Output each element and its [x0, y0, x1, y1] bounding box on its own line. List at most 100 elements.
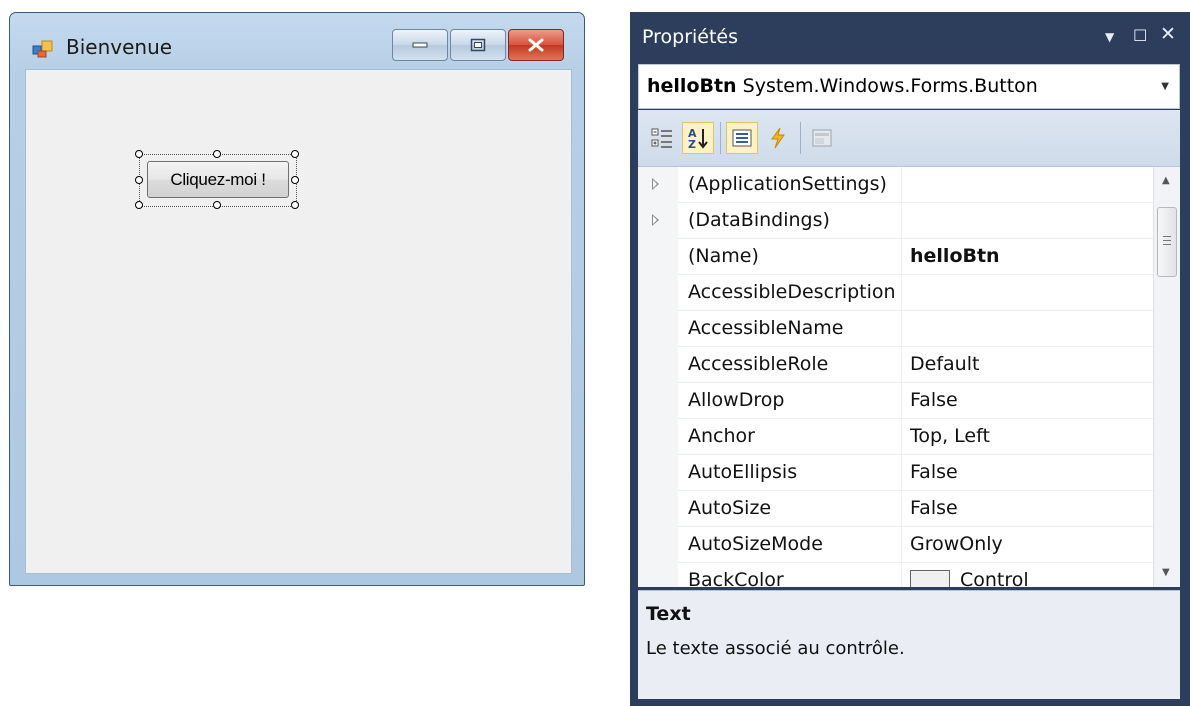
maximize-button[interactable] — [450, 29, 506, 61]
categorized-button[interactable] — [646, 122, 678, 154]
property-name: (DataBindings) — [678, 203, 902, 239]
property-value[interactable]: False — [902, 383, 1153, 419]
property-value[interactable]: GrowOnly — [902, 527, 1153, 563]
row-gutter — [638, 239, 678, 275]
close-button[interactable] — [508, 29, 564, 61]
chevron-down-icon: ▼ — [1161, 81, 1169, 92]
property-name: BackColor — [678, 563, 902, 587]
property-value[interactable]: False — [902, 491, 1153, 527]
property-name: Anchor — [678, 419, 902, 455]
categorized-icon — [651, 128, 672, 148]
grip-line — [1163, 240, 1171, 241]
lightning-icon — [771, 127, 785, 149]
property-row[interactable]: AutoSize False — [638, 491, 1153, 527]
row-gutter — [638, 419, 678, 455]
resize-handle[interactable] — [135, 176, 143, 184]
hello-button[interactable]: Cliquez-moi ! — [147, 161, 289, 198]
property-row[interactable]: (Name) helloBtn — [638, 239, 1153, 275]
grip-line — [1163, 244, 1171, 245]
property-name: (ApplicationSettings) — [678, 167, 902, 203]
description-title: Text — [646, 603, 691, 625]
resize-handle[interactable] — [291, 176, 299, 184]
panel-close-icon[interactable]: ✕ — [1160, 23, 1176, 45]
property-value[interactable]: False — [902, 455, 1153, 491]
minimize-icon — [412, 42, 428, 48]
row-gutter — [638, 167, 678, 203]
property-row[interactable]: AutoEllipsis False — [638, 455, 1153, 491]
property-name: (Name) — [678, 239, 902, 275]
property-name: AutoEllipsis — [678, 455, 902, 491]
property-value[interactable] — [902, 167, 1153, 203]
maximize-icon — [470, 38, 486, 52]
form-title-bar[interactable]: Bienvenue — [10, 13, 584, 69]
property-row[interactable]: AllowDrop False — [638, 383, 1153, 419]
color-swatch — [910, 569, 950, 587]
resize-handle[interactable] — [213, 201, 221, 209]
alphabetical-button[interactable]: A Z — [682, 122, 714, 154]
property-row[interactable]: BackColor Control — [638, 563, 1153, 587]
properties-toolbar: A Z — [638, 110, 1180, 167]
property-value[interactable] — [902, 311, 1153, 347]
property-row[interactable]: AccessibleName — [638, 311, 1153, 347]
row-gutter — [638, 527, 678, 563]
properties-view-button[interactable] — [726, 122, 758, 154]
description-pane: Text Le texte associé au contrôle. — [638, 590, 1180, 699]
row-gutter — [638, 383, 678, 419]
description-text: Le texte associé au contrôle. — [646, 638, 905, 659]
property-row[interactable]: (ApplicationSettings) — [638, 167, 1153, 203]
property-row[interactable]: Anchor Top, Left — [638, 419, 1153, 455]
object-type: System.Windows.Forms.Button — [742, 75, 1038, 97]
property-value[interactable] — [902, 275, 1153, 311]
property-value[interactable]: Control — [902, 563, 1153, 587]
form-client-area[interactable]: Cliquez-moi ! — [25, 69, 572, 574]
row-gutter — [638, 347, 678, 383]
row-gutter — [638, 491, 678, 527]
property-row[interactable]: AutoSizeMode GrowOnly — [638, 527, 1153, 563]
property-value[interactable] — [902, 203, 1153, 239]
property-name: AutoSizeMode — [678, 527, 902, 563]
properties-title: Propriétés — [642, 26, 739, 48]
properties-icon — [732, 129, 752, 147]
panel-dropdown-icon[interactable]: ▼ — [1105, 30, 1114, 44]
app-icon — [32, 40, 53, 58]
row-gutter — [638, 203, 678, 239]
form-window: Bienvenue Cliquez-moi ! — [9, 12, 585, 586]
property-value[interactable]: Top, Left — [902, 419, 1153, 455]
row-gutter — [638, 311, 678, 347]
object-name: helloBtn — [647, 75, 737, 97]
property-name: AutoSize — [678, 491, 902, 527]
resize-handle[interactable] — [291, 201, 299, 209]
form-title: Bienvenue — [66, 35, 173, 59]
panel-maximize-icon[interactable]: ☐ — [1133, 26, 1147, 45]
property-row[interactable]: AccessibleRole Default — [638, 347, 1153, 383]
scroll-thumb[interactable] — [1157, 207, 1177, 277]
toolbar-separator — [800, 122, 801, 154]
resize-handle[interactable] — [135, 150, 143, 158]
scroll-down-icon[interactable]: ▼ — [1162, 567, 1170, 578]
vertical-scrollbar[interactable]: ▲ ▼ — [1153, 167, 1180, 587]
property-value[interactable]: Default — [902, 347, 1153, 383]
expand-arrow-icon[interactable] — [652, 178, 659, 190]
resize-handle[interactable] — [291, 150, 299, 158]
property-pages-button[interactable] — [806, 122, 838, 154]
sort-az-icon: A Z — [688, 127, 708, 150]
property-name: AccessibleDescription — [678, 275, 902, 311]
row-gutter — [638, 563, 678, 587]
property-row[interactable]: AccessibleDescription — [638, 275, 1153, 311]
color-value: Control — [960, 569, 1029, 587]
scroll-up-icon[interactable]: ▲ — [1162, 175, 1170, 186]
minimize-button[interactable] — [392, 29, 448, 61]
property-grid: (ApplicationSettings) (DataBindings) (Na… — [638, 167, 1180, 587]
property-pages-icon — [812, 129, 832, 147]
property-row[interactable]: (DataBindings) — [638, 203, 1153, 239]
toolbar-separator — [720, 122, 721, 154]
property-name: AllowDrop — [678, 383, 902, 419]
events-button[interactable] — [762, 122, 794, 154]
row-gutter — [638, 275, 678, 311]
resize-handle[interactable] — [213, 150, 221, 158]
object-selector[interactable]: helloBtn System.Windows.Forms.Button ▼ — [638, 64, 1180, 109]
resize-handle[interactable] — [135, 201, 143, 209]
property-value[interactable]: helloBtn — [902, 239, 1153, 275]
property-name: AccessibleRole — [678, 347, 902, 383]
expand-arrow-icon[interactable] — [652, 214, 659, 226]
